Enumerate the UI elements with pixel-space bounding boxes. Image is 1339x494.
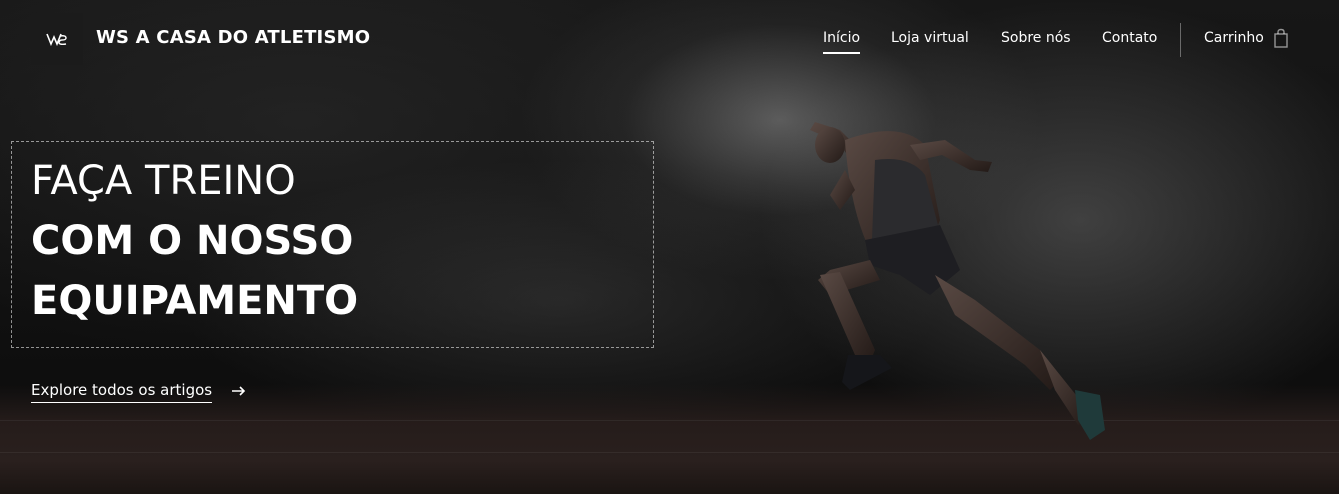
brand-name[interactable]: WS A CASA DO ATLETISMO [96, 27, 370, 48]
track-lane-line [0, 452, 1339, 453]
shopping-bag-icon[interactable] [1273, 28, 1289, 48]
nav-divider [1180, 23, 1181, 57]
nav-item-loja-virtual[interactable]: Loja virtual [891, 30, 969, 46]
cart-label[interactable]: Carrinho [1204, 30, 1264, 46]
ws-monogram-icon [46, 33, 67, 46]
nav-item-inicio[interactable]: Início [823, 30, 861, 54]
site-header: WS A CASA DO ATLETISMO Início Loja virtu… [0, 0, 1339, 78]
explore-link[interactable]: Explore todos os artigos [31, 381, 213, 403]
sprinter-running-in-smoke-image [810, 122, 1105, 440]
headline-line-2: COM O NOSSO [31, 218, 354, 264]
nav-item-contato[interactable]: Contato [1102, 30, 1157, 46]
track-lane-line [0, 420, 1339, 421]
headline-line-3: EQUIPAMENTO [31, 278, 359, 324]
logo[interactable] [31, 13, 83, 65]
hero-section: WS A CASA DO ATLETISMO Início Loja virtu… [0, 0, 1339, 494]
headline-line-1: FAÇA TREINO [31, 158, 296, 204]
nav-item-sobre-nos[interactable]: Sobre nós [1001, 30, 1071, 46]
arrow-right-icon[interactable] [231, 384, 247, 398]
